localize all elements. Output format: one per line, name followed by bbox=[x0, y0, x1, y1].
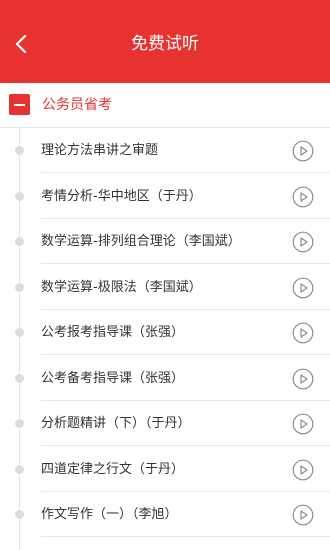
lesson-title: 考情分析-华中地区（于丹） bbox=[41, 188, 202, 204]
play-circle-icon[interactable] bbox=[292, 504, 314, 526]
lesson-row[interactable]: 公考报考指导课（张强） bbox=[0, 310, 330, 355]
timeline-dot-icon bbox=[15, 237, 24, 246]
lesson-row[interactable]: 数学运算-极限法（李国斌） bbox=[0, 265, 330, 310]
lesson-title: 作文写作（一）（李旭） bbox=[41, 507, 178, 522]
lesson-row[interactable]: 四道定律之行文（于丹） bbox=[0, 447, 330, 492]
lesson-title: 理论方法串讲之审题 bbox=[41, 143, 159, 158]
play-circle-icon[interactable] bbox=[292, 140, 314, 162]
timeline-dot-icon bbox=[15, 282, 24, 292]
lesson-row[interactable]: 公考备考指导课（张强） bbox=[0, 356, 330, 401]
play-circle-icon[interactable] bbox=[292, 368, 314, 390]
timeline-dot-icon bbox=[15, 146, 24, 155]
play-circle-icon[interactable] bbox=[292, 459, 314, 481]
timeline-dot-icon bbox=[15, 191, 24, 201]
lesson-row[interactable]: 作文写作（一）（李旭） bbox=[0, 492, 330, 537]
lesson-title: 数学运算-排列组合理论（李国斌） bbox=[41, 234, 241, 249]
app-header: 免费试听 bbox=[0, 0, 330, 88]
play-circle-icon[interactable] bbox=[292, 322, 314, 344]
timeline-dot-icon bbox=[15, 510, 24, 519]
section-header[interactable]: 公务员省考 bbox=[0, 83, 330, 128]
play-circle-icon[interactable] bbox=[292, 231, 314, 253]
play-circle-icon[interactable] bbox=[292, 186, 314, 208]
lesson-title: 数学运算-极限法（李国斌） bbox=[41, 279, 202, 295]
lesson-title: 四道定律之行文（于丹） bbox=[41, 461, 185, 477]
play-circle-icon[interactable] bbox=[292, 413, 314, 435]
lesson-row[interactable]: 分析题精讲（下）（于丹） bbox=[0, 401, 330, 446]
play-circle-icon[interactable] bbox=[292, 277, 314, 299]
lesson-title: 公考报考指导课（张强） bbox=[41, 325, 185, 340]
timeline-dot-icon bbox=[15, 464, 24, 474]
collapse-minus-icon[interactable] bbox=[9, 94, 30, 115]
timeline-dot-icon bbox=[15, 419, 24, 428]
lesson-row[interactable]: 理论方法串讲之审题 bbox=[0, 128, 330, 173]
page-title: 免费试听 bbox=[131, 34, 199, 54]
lesson-title: 公考备考指导课（张强） bbox=[41, 370, 185, 386]
section-title: 公务员省考 bbox=[42, 97, 112, 113]
lesson-row[interactable]: 考情分析-华中地区（于丹） bbox=[0, 174, 330, 219]
timeline-dot-icon bbox=[15, 328, 24, 337]
lesson-row[interactable]: 数学运算-排列组合理论（李国斌） bbox=[0, 219, 330, 264]
lesson-title: 分析题精讲（下）（于丹） bbox=[41, 416, 191, 431]
row-divider bbox=[41, 536, 330, 537]
timeline-dot-icon bbox=[15, 373, 24, 383]
